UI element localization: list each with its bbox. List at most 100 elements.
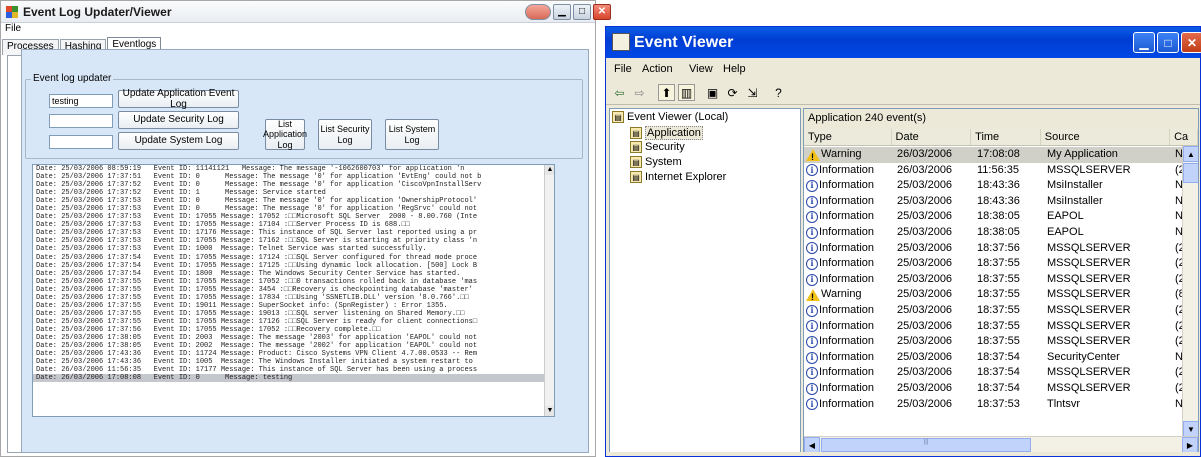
- column-source[interactable]: Source: [1041, 129, 1171, 145]
- forward-icon[interactable]: ⇨: [631, 84, 648, 101]
- caption-buttons: ▁ □ ✕: [525, 4, 611, 20]
- menu-help[interactable]: Help: [723, 63, 746, 75]
- information-icon: i: [806, 164, 818, 177]
- event-log-textbox[interactable]: Date: 25/03/2006 08:59:19 Event ID: 1114…: [32, 164, 555, 417]
- tree-root[interactable]: ▤ Event Viewer (Local): [612, 111, 728, 123]
- event-row[interactable]: i Information 25/03/2006 18:37:55 MSSQLSERVE…: [804, 272, 1198, 288]
- security-log-input[interactable]: [49, 114, 113, 128]
- column-headers: Type Date Time Source Ca: [804, 129, 1198, 146]
- event-row[interactable]: iInformation25/03/200618:37:53TlntsvrNo: [804, 397, 1198, 413]
- warning-icon: [806, 148, 820, 163]
- minimize-button[interactable]: ▁: [1133, 32, 1155, 53]
- information-icon: i: [806, 304, 818, 317]
- time-cell: 18:37:55: [977, 257, 1020, 270]
- list-application-log-button[interactable]: List Application Log: [263, 119, 307, 150]
- column-date[interactable]: Date: [892, 129, 972, 145]
- export-list-icon[interactable]: ⇲: [744, 84, 761, 101]
- vertical-scrollbar[interactable]: ▲ ▼: [1182, 146, 1198, 437]
- system-log-input[interactable]: [49, 135, 113, 149]
- properties-icon[interactable]: ▣: [704, 84, 721, 101]
- list-security-log-button[interactable]: List Security Log: [318, 119, 372, 150]
- scroll-up-icon[interactable]: ▲: [1183, 146, 1198, 162]
- update-security-log-button[interactable]: Update Security Log: [118, 111, 239, 129]
- event-row[interactable]: i Information 25/03/2006 18:37:54 MSSQLSERVE…: [804, 381, 1198, 397]
- event-row[interactable]: iInformation25/03/200618:38:05EAPOLNo: [804, 209, 1198, 225]
- group-label: Event log updater: [31, 73, 114, 84]
- toolbar: ⇦ ⇨ ⬆ ▥ ▣ ⟳ ⇲ ?: [606, 80, 1200, 105]
- date-cell: 25/03/2006: [897, 366, 953, 379]
- scroll-up-icon[interactable]: ▲: [545, 165, 554, 175]
- type-cell: i Information: [804, 241, 892, 257]
- tree-item-application[interactable]: ▤ Application: [630, 126, 703, 140]
- scroll-thumb[interactable]: |||: [821, 438, 1031, 452]
- maximize-button[interactable]: □: [1157, 32, 1179, 53]
- event-row[interactable]: i Information 25/03/2006 18:37:55 MSSQLSERVE…: [804, 319, 1198, 335]
- date-cell: 25/03/2006: [897, 257, 953, 270]
- event-row[interactable]: i Information 25/03/2006 18:43:36 MsiInstall…: [804, 178, 1198, 194]
- update-application-log-button[interactable]: Update Application Event Log: [118, 88, 239, 110]
- type-cell: i Information: [804, 163, 892, 179]
- tree-item-internet-explorer[interactable]: ▤ Internet Explorer: [630, 171, 726, 183]
- help-icon[interactable]: ?: [770, 84, 787, 101]
- log-line: Date: 25/03/2006 17:37:53 Event ID: 1705…: [36, 237, 478, 246]
- scroll-down-icon[interactable]: ▼: [545, 406, 554, 416]
- title-bar[interactable]: Event Log Updater/Viewer ▁ □ ✕: [1, 1, 611, 23]
- log-lines: Date: 25/03/2006 08:59:19 Event ID: 1114…: [33, 165, 554, 383]
- show-hide-tree-icon[interactable]: ▥: [678, 84, 695, 101]
- date-cell: 25/03/2006: [897, 397, 953, 410]
- maximize-button[interactable]: □: [573, 4, 591, 20]
- event-row[interactable]: i Information 26/03/2006 11:56:35 MSSQLSERVE…: [804, 163, 1198, 179]
- title-bar[interactable]: Event Viewer ▁ □ ✕: [606, 27, 1201, 58]
- time-cell: 18:43:36: [977, 194, 1020, 207]
- status-bar: [606, 452, 1200, 456]
- tree-item-system[interactable]: ▤ System: [630, 156, 682, 168]
- type-label: Information: [819, 272, 875, 285]
- date-cell: 25/03/2006: [897, 194, 953, 207]
- scroll-left-icon[interactable]: ◀: [804, 437, 820, 453]
- log-line: Date: 25/03/2006 17:37:55 Event ID: 1705…: [36, 277, 478, 286]
- source-cell: MSSQLSERVER: [1047, 272, 1131, 285]
- scroll-down-icon[interactable]: ▼: [1183, 421, 1198, 437]
- scroll-thumb[interactable]: [1183, 163, 1198, 183]
- application-log-input[interactable]: [49, 94, 113, 108]
- event-row[interactable]: iInformation25/03/200618:38:05EAPOLNo: [804, 225, 1198, 241]
- source-cell: Tlntsvr: [1047, 397, 1080, 410]
- menu-file[interactable]: File: [5, 23, 21, 34]
- menu-file[interactable]: File: [614, 63, 632, 75]
- event-row[interactable]: i Information 25/03/2006 18:37:56 MSSQLSERVE…: [804, 241, 1198, 257]
- column-category[interactable]: Ca: [1170, 129, 1198, 145]
- source-cell: MSSQLSERVER: [1047, 163, 1131, 176]
- event-row[interactable]: i Information 25/03/2006 18:43:36 MsiInstall…: [804, 194, 1198, 210]
- update-system-log-button[interactable]: Update System Log: [118, 132, 239, 150]
- log-line: Date: 25/03/2006 17:37:54 Event ID: 1800…: [36, 269, 461, 278]
- event-row[interactable]: i Information 25/03/2006 18:37:55 MSSQLSERVE…: [804, 334, 1198, 350]
- log-scrollbar[interactable]: ▲ ▼: [544, 165, 554, 416]
- help-pill-button[interactable]: [525, 4, 551, 20]
- event-row[interactable]: i Information 25/03/2006 18:37:55 MSSQLSERVE…: [804, 303, 1198, 319]
- app-icon: [6, 6, 18, 18]
- menu-view[interactable]: View: [689, 63, 713, 75]
- log-line: Date: 25/03/2006 17:37:52 Event ID: 1 Me…: [36, 189, 326, 198]
- back-icon[interactable]: ⇦: [611, 84, 628, 101]
- refresh-icon[interactable]: ⟳: [724, 84, 741, 101]
- event-viewer-node-icon: ▤: [612, 111, 624, 123]
- close-button[interactable]: ✕: [593, 4, 611, 20]
- column-time[interactable]: Time: [971, 129, 1041, 145]
- up-level-icon[interactable]: ⬆: [658, 84, 675, 101]
- minimize-button[interactable]: ▁: [553, 4, 571, 20]
- event-row[interactable]: Warning25/03/200618:37:55MSSQLSERVER(8): [804, 287, 1198, 303]
- column-type[interactable]: Type: [804, 129, 892, 145]
- horizontal-scrollbar[interactable]: ◀ ||| ▶: [804, 436, 1198, 453]
- event-row[interactable]: Warning26/03/200617:08:08My ApplicationN…: [804, 147, 1198, 163]
- log-line: Date: 25/03/2006 17:38:05 Event ID: 2003…: [36, 333, 478, 342]
- tree-item-security[interactable]: ▤ Security: [630, 141, 685, 153]
- type-cell: Warning: [804, 287, 892, 303]
- event-row[interactable]: i Information 25/03/2006 18:37:54 MSSQLSERVE…: [804, 365, 1198, 381]
- menu-action[interactable]: Action: [642, 63, 673, 75]
- scroll-right-icon[interactable]: ▶: [1182, 437, 1198, 453]
- list-system-log-button[interactable]: List System Log: [385, 119, 439, 150]
- close-button[interactable]: ✕: [1181, 32, 1201, 53]
- event-row[interactable]: i Information 25/03/2006 18:37:55 MSSQLSERVE…: [804, 256, 1198, 272]
- event-log-updater-window: Event Log Updater/Viewer ▁ □ ✕ File Proc…: [0, 0, 611, 457]
- event-row[interactable]: i Information 25/03/2006 18:37:54 SecurityCe…: [804, 350, 1198, 366]
